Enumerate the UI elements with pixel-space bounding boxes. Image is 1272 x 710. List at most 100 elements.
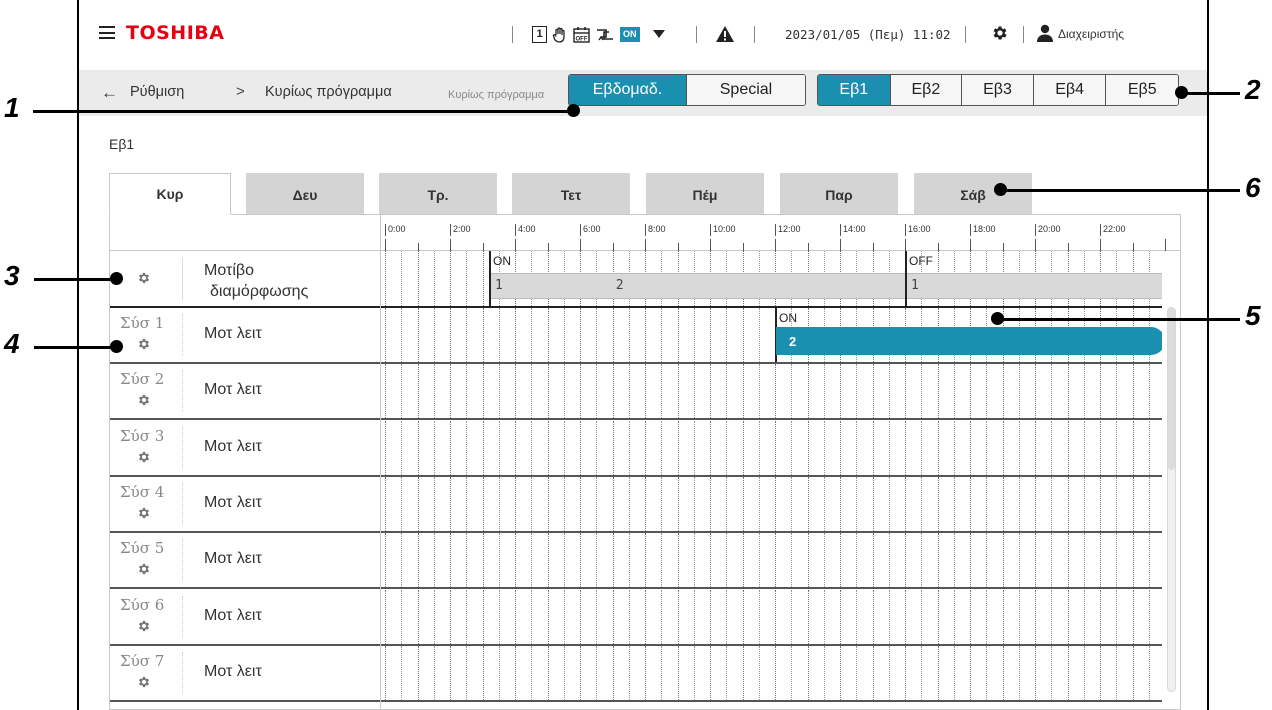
grid-line: [791, 476, 793, 531]
row-divider: [182, 651, 183, 694]
week-2-button[interactable]: Εβ2: [889, 75, 962, 105]
time-tick-mark: [417, 243, 419, 251]
grid-line: [1002, 645, 1004, 700]
vertical-scrollbar[interactable]: [1167, 307, 1176, 692]
grid-line: [823, 420, 825, 475]
grid-line: [1051, 476, 1053, 531]
tab-monday[interactable]: Δευ: [246, 173, 364, 215]
grid-line: [888, 533, 890, 588]
tab-tuesday[interactable]: Τρ.: [379, 173, 497, 215]
system-mode-name: Μοτ λειτ: [204, 662, 262, 680]
pattern-number: 2: [615, 278, 624, 293]
breadcrumb-main-schedule: Κυρίως πρόγραμμα: [265, 84, 392, 100]
grid-line: [1100, 645, 1101, 700]
grid-line: [563, 476, 565, 531]
status-dropdown-icon[interactable]: [652, 30, 665, 38]
time-tick-mark: [1132, 243, 1134, 251]
grid-line: [1067, 420, 1069, 475]
grid-line: [953, 589, 955, 644]
system-number: Σύσ 1: [120, 314, 165, 332]
system-timeline[interactable]: [380, 533, 1162, 588]
grid-line: [580, 308, 581, 362]
pattern-bar[interactable]: [489, 273, 1162, 299]
time-tick-label: 22:00: [1100, 224, 1126, 236]
grid-line: [498, 364, 500, 419]
grid-line: [1035, 420, 1036, 475]
week-5-button[interactable]: Εβ5: [1105, 75, 1178, 105]
pattern-event-marker[interactable]: [489, 251, 491, 306]
user-icon[interactable]: [1037, 24, 1053, 47]
grid-line: [775, 589, 776, 644]
grid-line: [888, 589, 890, 644]
grid-line: [1132, 589, 1134, 644]
system-timeline[interactable]: [380, 589, 1162, 644]
system-timeline[interactable]: ON 2: [380, 308, 1162, 362]
grid-line: [791, 589, 793, 644]
week-3-button[interactable]: Εβ3: [961, 75, 1033, 105]
grid-line: [645, 308, 646, 362]
operation-bar[interactable]: 2: [776, 327, 1162, 355]
system-timeline[interactable]: [380, 364, 1162, 419]
datetime-display: 2023/01/05 (Πεμ) 11:02: [785, 27, 951, 42]
special-schedule-button[interactable]: Special: [686, 75, 805, 105]
system-timeline[interactable]: [380, 476, 1162, 531]
scrollbar-thumb[interactable]: [1168, 308, 1175, 470]
grid-line: [515, 308, 516, 362]
tab-thursday[interactable]: Πέμ: [646, 173, 764, 215]
row-divider: [182, 314, 183, 356]
back-arrow-icon[interactable]: ←: [101, 83, 118, 103]
system-settings-gear-icon[interactable]: [137, 337, 151, 356]
warning-icon[interactable]: [715, 25, 735, 48]
grid-line: [1002, 533, 1004, 588]
grid-line: [758, 589, 760, 644]
tab-friday[interactable]: Παρ: [780, 173, 898, 215]
week-4-button[interactable]: Εβ4: [1032, 75, 1106, 105]
callout-1-dot: [567, 104, 580, 117]
grid-line: [466, 589, 468, 644]
system-settings-gear-icon[interactable]: [137, 450, 151, 469]
system-settings-gear-icon[interactable]: [137, 562, 151, 581]
grid-line: [547, 476, 549, 531]
system-settings-gear-icon[interactable]: [137, 393, 151, 412]
system-timeline[interactable]: [380, 645, 1162, 700]
grid-line: [905, 533, 906, 588]
grid-line: [515, 645, 516, 700]
grid-line: [905, 364, 906, 419]
grid-line: [547, 308, 549, 362]
system-number: Σύσ 5: [120, 539, 165, 558]
status-icons[interactable]: 1 OFF ON: [532, 24, 665, 44]
grid-line: [1083, 364, 1085, 419]
system-settings-gear-icon[interactable]: [137, 506, 151, 525]
breadcrumb-settings[interactable]: Ρύθμιση: [130, 84, 184, 100]
hamburger-menu-icon[interactable]: [99, 26, 115, 39]
manual-hand-icon: [552, 26, 568, 43]
settings-gear-icon[interactable]: [991, 24, 1009, 47]
tab-saturday[interactable]: Σάβ: [914, 173, 1032, 215]
grid-line: [872, 364, 874, 419]
grid-line: [970, 645, 971, 700]
grid-line: [1035, 364, 1036, 419]
system-settings-gear-icon[interactable]: [137, 675, 151, 694]
pattern-event-marker[interactable]: [905, 251, 907, 306]
tab-sunday[interactable]: Κυρ: [109, 173, 231, 215]
pattern-settings-gear-icon[interactable]: [137, 271, 151, 290]
grid-line: [953, 476, 955, 531]
grid-line: [840, 533, 841, 588]
user-name[interactable]: Διαχειριστής: [1058, 27, 1124, 41]
pattern-timeline[interactable]: ON 1 OFF 1 2: [380, 251, 1162, 306]
weekly-schedule-button[interactable]: Εβδομαδ.: [569, 75, 686, 105]
grid-line: [628, 476, 630, 531]
tab-wednesday[interactable]: Τετ: [512, 173, 630, 215]
system-settings-gear-icon[interactable]: [137, 619, 151, 638]
divider: [1023, 26, 1024, 43]
callout-2-dot: [1175, 86, 1188, 99]
grid-line: [1116, 420, 1118, 475]
system-row: Σύσ 5 Μοτ λειτ: [110, 533, 1162, 590]
grid-line: [661, 533, 663, 588]
time-tick-label: 0:00: [385, 224, 406, 236]
week-1-button[interactable]: Εβ1: [818, 75, 890, 105]
grid-line: [1035, 589, 1036, 644]
grid-line: [872, 476, 874, 531]
grid-line: [823, 533, 825, 588]
system-timeline[interactable]: [380, 420, 1162, 475]
